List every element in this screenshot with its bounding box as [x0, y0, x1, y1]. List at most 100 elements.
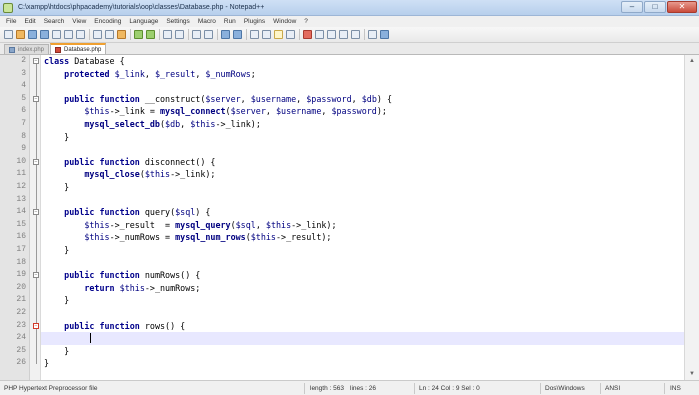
line-number: 9 — [21, 144, 26, 154]
status-eol-format[interactable]: Dos\Windows — [545, 385, 585, 392]
tab-database-php[interactable]: Database.php — [50, 43, 107, 54]
status-file-type: PHP Hypertext Preprocessor file — [4, 385, 98, 392]
paste-icon[interactable] — [117, 30, 126, 39]
file-modified-icon — [55, 46, 62, 53]
menu-help[interactable]: ? — [304, 18, 308, 25]
menu-settings[interactable]: Settings — [166, 18, 190, 25]
code-line: 21 } — [0, 294, 699, 307]
close-file-icon[interactable] — [52, 30, 61, 39]
code-line: 22 — [0, 307, 699, 320]
status-separator — [540, 383, 541, 394]
fold-collapse-icon[interactable]: − — [33, 322, 39, 329]
status-encoding[interactable]: ANSI — [605, 385, 620, 392]
menu-run[interactable]: Run — [224, 18, 236, 25]
vertical-scrollbar[interactable]: ▲ ▼ — [684, 55, 699, 380]
cut-icon[interactable] — [93, 30, 102, 39]
fold-collapse-icon[interactable]: − — [33, 158, 39, 165]
plugin-icon[interactable] — [380, 30, 389, 39]
scroll-down-icon[interactable]: ▼ — [688, 371, 696, 377]
code-line: 16 $this->_numRows = mysql_num_rows($thi… — [0, 231, 699, 244]
title-bar: C:\xampp\htdocs\phpacademy\tutorials\oop… — [0, 0, 699, 16]
save-macro-icon[interactable] — [351, 30, 360, 39]
line-number: 16 — [16, 232, 26, 242]
menu-plugins[interactable]: Plugins — [244, 18, 265, 25]
status-cursor-position: Ln : 24 Col : 9 Sel : 0 — [419, 385, 480, 392]
close-button[interactable]: ✕ — [667, 1, 697, 13]
toolbar-separator — [89, 29, 90, 40]
fold-collapse-icon[interactable]: − — [33, 209, 39, 216]
code-line: 12 } — [0, 181, 699, 194]
run-macro-multiple-icon[interactable] — [339, 30, 348, 39]
word-wrap-icon[interactable] — [250, 30, 259, 39]
line-number: 17 — [16, 245, 26, 254]
new-file-icon[interactable] — [4, 30, 13, 39]
copy-icon[interactable] — [105, 30, 114, 39]
code-text: $this->_result = mysql_query($sql, $this… — [84, 219, 337, 230]
menu-window[interactable]: Window — [273, 18, 296, 25]
redo-icon[interactable] — [146, 30, 155, 39]
zoom-out-icon[interactable] — [204, 30, 213, 39]
menu-file[interactable]: File — [6, 18, 16, 25]
save-icon[interactable] — [28, 30, 37, 39]
indent-guide-icon[interactable] — [274, 30, 283, 39]
fold-collapse-icon[interactable]: − — [33, 95, 39, 102]
line-number: 3 — [21, 68, 26, 78]
code-line-current: 24 — [0, 332, 699, 345]
zoom-in-icon[interactable] — [192, 30, 201, 39]
spell-check-icon[interactable] — [368, 30, 377, 39]
status-separator — [414, 383, 415, 394]
fold-collapse-icon[interactable]: − — [33, 58, 39, 64]
code-line: 17 } — [0, 244, 699, 257]
code-line: 8 } — [0, 131, 699, 144]
status-length: length : 563 — [310, 385, 344, 392]
code-line: 18 — [0, 257, 699, 270]
menu-search[interactable]: Search — [44, 18, 65, 25]
record-macro-icon[interactable] — [303, 30, 312, 39]
status-separator — [600, 383, 601, 394]
playback-macro-icon[interactable] — [327, 30, 336, 39]
show-all-characters-icon[interactable] — [262, 30, 271, 39]
code-line: 2 − class Database { — [0, 55, 699, 68]
open-file-icon[interactable] — [16, 30, 25, 39]
code-text: } — [44, 182, 70, 192]
menu-view[interactable]: View — [72, 18, 86, 25]
code-line: 19 − public function numRows() { — [0, 269, 699, 282]
scroll-up-icon[interactable]: ▲ — [688, 58, 696, 64]
code-editor[interactable]: 2 − class Database { 3 protected $_link,… — [0, 55, 699, 380]
line-number: 15 — [16, 219, 26, 229]
toolbar-separator — [217, 29, 218, 40]
toolbar-separator — [364, 29, 365, 40]
menu-macro[interactable]: Macro — [198, 18, 216, 25]
stop-recording-icon[interactable] — [315, 30, 324, 39]
toolbar-separator — [130, 29, 131, 40]
find-icon[interactable] — [163, 30, 172, 39]
print-icon[interactable] — [76, 30, 85, 39]
sync-horizontal-icon[interactable] — [233, 30, 242, 39]
code-line: 9 — [0, 143, 699, 156]
undo-icon[interactable] — [134, 30, 143, 39]
code-line: 4 — [0, 80, 699, 93]
sync-vertical-icon[interactable] — [221, 30, 230, 39]
document-tabs: index.php Database.php — [0, 43, 699, 55]
menu-language[interactable]: Language — [129, 18, 158, 25]
code-line: 23 − public function rows() { — [0, 320, 699, 333]
maximize-button[interactable]: □ — [644, 1, 666, 13]
line-number: 14 — [16, 207, 26, 217]
code-line: 25 } — [0, 345, 699, 358]
user-language-icon[interactable] — [286, 30, 295, 39]
code-text: class Database { — [44, 56, 125, 66]
status-insert-mode[interactable]: INS — [670, 385, 681, 392]
minimize-button[interactable]: – — [621, 1, 643, 13]
line-number: 2 — [21, 56, 26, 65]
line-number: 19 — [16, 270, 26, 280]
replace-icon[interactable] — [175, 30, 184, 39]
code-line: 26 } — [0, 357, 699, 370]
menu-edit[interactable]: Edit — [24, 18, 35, 25]
fold-collapse-icon[interactable]: − — [33, 272, 39, 279]
tab-index-php[interactable]: index.php — [4, 44, 50, 54]
close-all-icon[interactable] — [64, 30, 73, 39]
code-line: 14 − public function query($sql) { — [0, 206, 699, 219]
tab-label: index.php — [18, 46, 45, 53]
menu-encoding[interactable]: Encoding — [94, 18, 121, 25]
save-all-icon[interactable] — [40, 30, 49, 39]
